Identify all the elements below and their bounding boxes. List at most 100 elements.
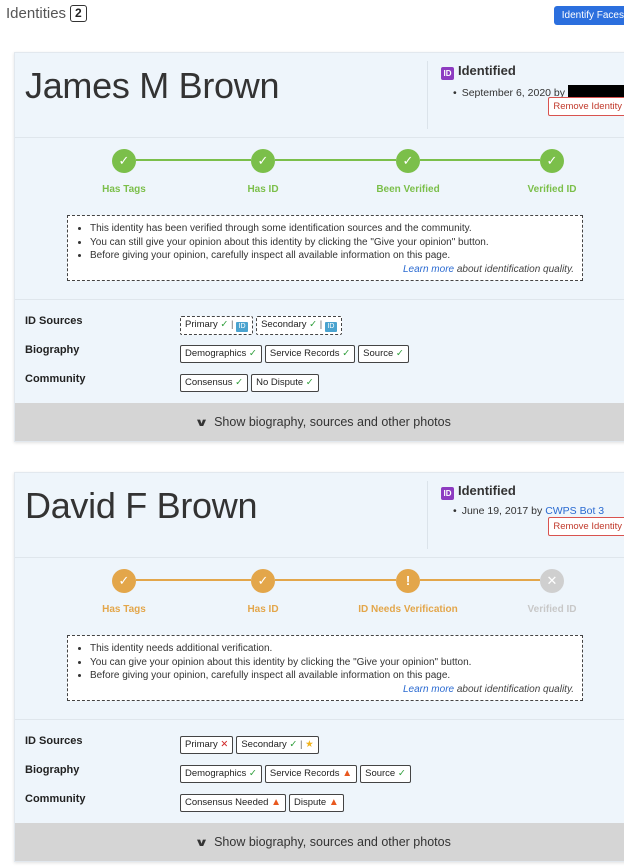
source-tag[interactable]: No Dispute ✓	[251, 374, 319, 392]
step-label: Has ID	[247, 184, 279, 195]
step-connector	[275, 579, 396, 581]
identify-faces-button[interactable]: Identify Faces	[553, 6, 624, 25]
source-row: ID Sources Primary ✕ Secondary ✓ | ★	[25, 735, 624, 764]
source-tag[interactable]: Secondary ✓ | ID	[256, 316, 342, 335]
show-more-label: Show biography, sources and other photos	[214, 835, 451, 849]
tag-label: Consensus	[185, 377, 236, 388]
learn-more-link[interactable]: Learn more	[403, 684, 454, 695]
step-done-icon: ✓	[112, 569, 136, 593]
step-label: Been Verified	[376, 184, 440, 195]
tag-label: Demographics	[185, 768, 249, 779]
identity-card: David F Brown ID Identified • June 19, 2017 …	[14, 472, 624, 862]
identity-card: James M Brown ID Identified • September 6, 2…	[14, 52, 624, 442]
source-tag[interactable]: Source ✓	[358, 345, 409, 363]
separator: |	[228, 319, 237, 330]
tag-label: Primary	[185, 739, 221, 750]
source-tag[interactable]: Service Records ▲	[264, 765, 358, 783]
tag-group: Demographics ✓ Service Records ▲ Source ✓	[180, 763, 414, 783]
status-date-line: • June 19, 2017 by CWPS Bot 3	[441, 505, 624, 517]
step-label: Verified ID	[527, 604, 577, 615]
divider	[15, 719, 624, 720]
row-label: ID Sources	[25, 315, 83, 327]
check-icon: ✓	[397, 768, 406, 779]
remove-identity-button[interactable]: Remove Identity	[548, 517, 624, 536]
cross-icon: ✕	[220, 739, 229, 750]
source-tag[interactable]: Consensus ✓	[180, 374, 249, 392]
step-done-icon: ✓	[251, 569, 275, 593]
source-tag[interactable]: Secondary ✓ | ★	[236, 736, 319, 754]
warning-icon: ▲	[342, 768, 353, 779]
row-label: Biography	[25, 764, 80, 776]
identity-name: James M Brown	[25, 65, 280, 106]
bullet: •	[453, 87, 457, 99]
tag-group: Consensus Needed ▲ Dispute ▲	[180, 792, 347, 812]
info-box: This identity needs additional verificat…	[67, 635, 583, 701]
tag-label: Secondary	[261, 319, 310, 330]
remove-identity-button[interactable]: Remove Identity	[548, 97, 624, 116]
step-done-icon: ✓	[112, 149, 136, 173]
learn-more-link[interactable]: Learn more	[403, 264, 454, 275]
divider	[427, 61, 428, 129]
source-tag[interactable]: Service Records ✓	[264, 345, 356, 363]
step-inactive-icon: ✕	[540, 569, 564, 593]
id-card-icon: ID	[236, 322, 249, 332]
source-row: ID Sources Primary ✓ | ID Secondary ✓ | ID	[25, 315, 624, 344]
check-icon: ✓	[248, 768, 257, 779]
status-label: Identified	[458, 63, 516, 78]
tag-label: Consensus Needed	[185, 797, 272, 808]
status-title: ID Identified	[441, 483, 624, 500]
source-row: Community Consensus ✓ No Dispute ✓	[25, 373, 624, 402]
separator: |	[297, 739, 306, 750]
tag-group: Primary ✕ Secondary ✓ | ★	[180, 734, 322, 754]
step-connector	[420, 159, 540, 161]
verification-stepper: ✓ Has Tags ✓ Has ID ✓ Been Verified ✓ Verified …	[15, 149, 624, 199]
status-label: Identified	[458, 483, 516, 498]
identity-name: David F Brown	[25, 485, 258, 526]
source-tag[interactable]: Consensus Needed ▲	[180, 794, 286, 812]
step-warn-icon: !	[396, 569, 420, 593]
source-tag[interactable]: Source ✓	[360, 765, 411, 783]
status-by-link[interactable]: CWPS Bot 3	[545, 505, 604, 517]
step-label: Has Tags	[102, 604, 146, 615]
page-title: Identities 2	[6, 5, 87, 22]
row-label: Community	[25, 793, 86, 805]
learn-more-text: about identification quality.	[454, 684, 574, 695]
tag-label: Demographics	[185, 348, 249, 359]
tag-group: Demographics ✓ Service Records ✓ Source ✓	[180, 343, 412, 363]
source-row: Biography Demographics ✓ Service Records ▲…	[25, 764, 624, 793]
step-connector	[136, 159, 251, 161]
source-tag[interactable]: Dispute ▲	[289, 794, 344, 812]
identities-count-badge: 2	[70, 5, 87, 22]
show-more-button[interactable]: ∨ Show biography, sources and other photo…	[15, 823, 624, 861]
id-card-icon: ID	[324, 322, 337, 332]
source-tag[interactable]: Primary ✓ | ID	[180, 316, 254, 335]
star-icon: ★	[305, 739, 314, 750]
step-connector	[275, 159, 396, 161]
show-more-button[interactable]: ∨ Show biography, sources and other photo…	[15, 403, 624, 441]
warning-icon: ▲	[271, 797, 281, 808]
check-icon: ✓	[309, 319, 318, 330]
source-tag[interactable]: Primary ✕	[180, 736, 234, 754]
status-block: ID Identified • September 6, 2020 by	[441, 63, 624, 99]
id-badge-icon: ID	[441, 487, 454, 500]
divider	[15, 299, 624, 300]
step-label: Has ID	[247, 604, 279, 615]
check-icon: ✓	[395, 348, 404, 359]
tag-label: Secondary	[241, 739, 290, 750]
step-done-icon: ✓	[396, 149, 420, 173]
separator: |	[317, 319, 325, 330]
source-row: Biography Demographics ✓ Service Records ✓…	[25, 344, 624, 373]
id-badge-icon: ID	[441, 67, 454, 80]
row-label: ID Sources	[25, 735, 83, 747]
source-tag[interactable]: Demographics ✓	[180, 345, 262, 363]
step-label: Verified ID	[527, 184, 577, 195]
status-date: June 19, 2017 by	[461, 505, 543, 517]
step-connector	[136, 579, 251, 581]
source-tag[interactable]: Demographics ✓	[180, 765, 262, 783]
divider	[15, 557, 624, 558]
divider	[15, 137, 624, 138]
status-title: ID Identified	[441, 63, 624, 80]
row-label: Biography	[25, 344, 80, 356]
tag-label: Service Records	[269, 768, 343, 779]
step-label: Has Tags	[102, 184, 146, 195]
